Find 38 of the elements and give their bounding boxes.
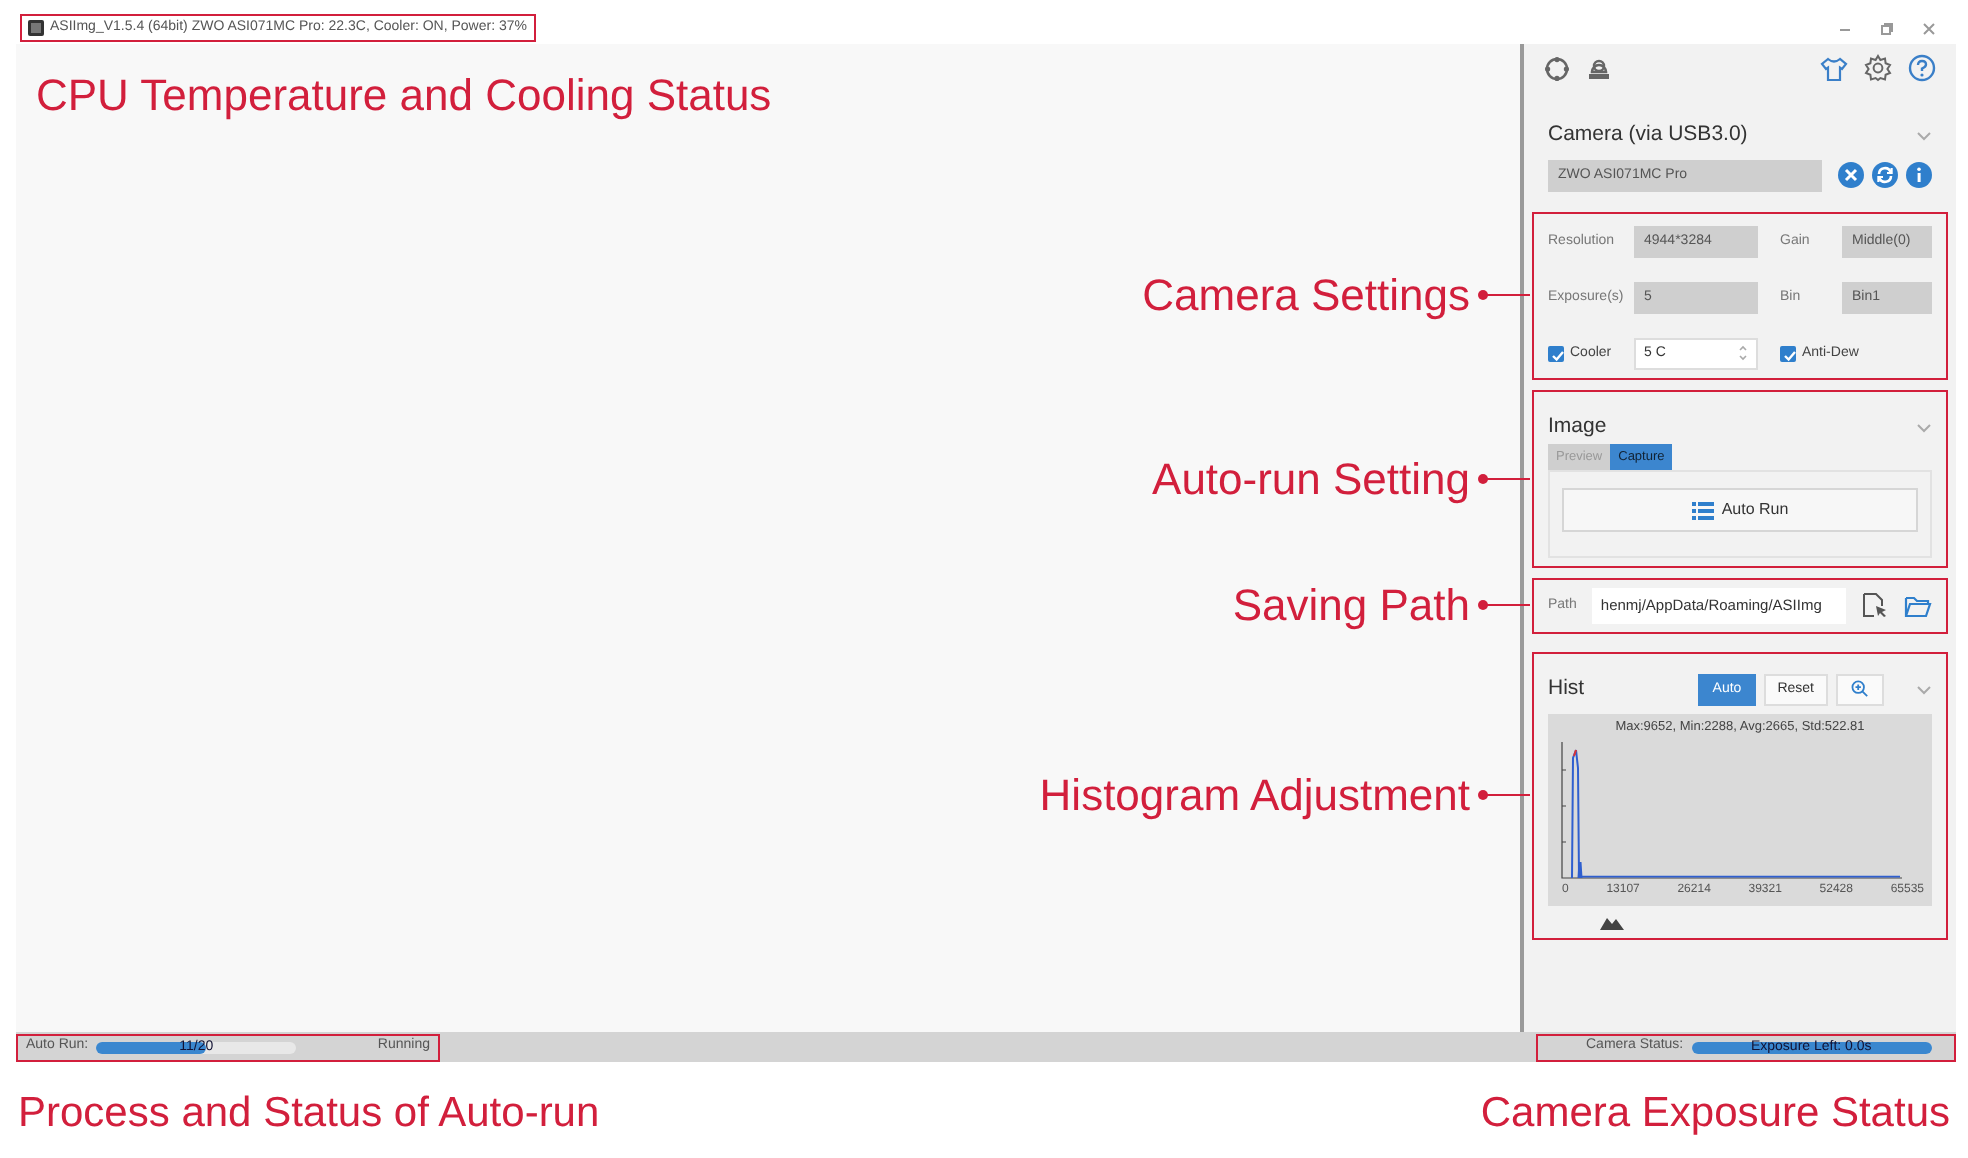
camera-icon[interactable]: [1586, 55, 1612, 81]
annotation-label: Camera Settings: [1142, 269, 1470, 322]
section-title: Camera (via USB3.0): [1548, 120, 1748, 150]
close-icon[interactable]: [1922, 21, 1936, 35]
section-title: Hist: [1548, 674, 1585, 705]
leader-line: [1478, 290, 1530, 301]
mountain-icon[interactable]: [1600, 914, 1624, 931]
leader-line: [1478, 600, 1530, 611]
shirt-icon[interactable]: [1820, 55, 1848, 81]
annotation-label: Process and Status of Auto-run: [18, 1088, 600, 1140]
leader-line: [1478, 790, 1530, 801]
chevron-icon[interactable]: [1916, 683, 1932, 696]
annotation-label: Histogram Adjustment: [1039, 769, 1470, 822]
check-icon[interactable]: [1782, 347, 1798, 364]
help-icon[interactable]: [1908, 54, 1936, 82]
annotation-label: Saving Path: [1232, 579, 1470, 632]
section-title: Image: [1548, 411, 1607, 442]
info-icon[interactable]: [1906, 162, 1932, 189]
target-icon[interactable]: [1544, 55, 1570, 81]
list-icon: [1691, 501, 1714, 520]
spin-arrows-icon[interactable]: [1738, 344, 1748, 363]
folder-icon[interactable]: [1904, 593, 1932, 618]
close-icon[interactable]: [1838, 162, 1864, 189]
annotation-label: Camera Exposure Status: [1480, 1088, 1950, 1140]
zoom-button[interactable]: [1836, 673, 1884, 707]
check-icon[interactable]: [1550, 347, 1566, 364]
restore-icon[interactable]: [1880, 21, 1894, 35]
settings-icon[interactable]: [1864, 54, 1892, 82]
leader-line: [1478, 474, 1530, 484]
auto-run-button[interactable]: Auto Run: [1562, 488, 1918, 533]
refresh-icon[interactable]: [1872, 162, 1898, 189]
zoom-icon[interactable]: [1850, 679, 1870, 697]
chevron-icon[interactable]: [1916, 421, 1932, 434]
annotation-label: CPU Temperature and Cooling Status: [36, 68, 772, 124]
file-cursor-icon[interactable]: [1862, 592, 1888, 619]
annotation-label: Auto-run Setting: [1152, 453, 1470, 505]
chevron-icon[interactable]: [1916, 129, 1932, 142]
app-icon: [28, 20, 44, 36]
